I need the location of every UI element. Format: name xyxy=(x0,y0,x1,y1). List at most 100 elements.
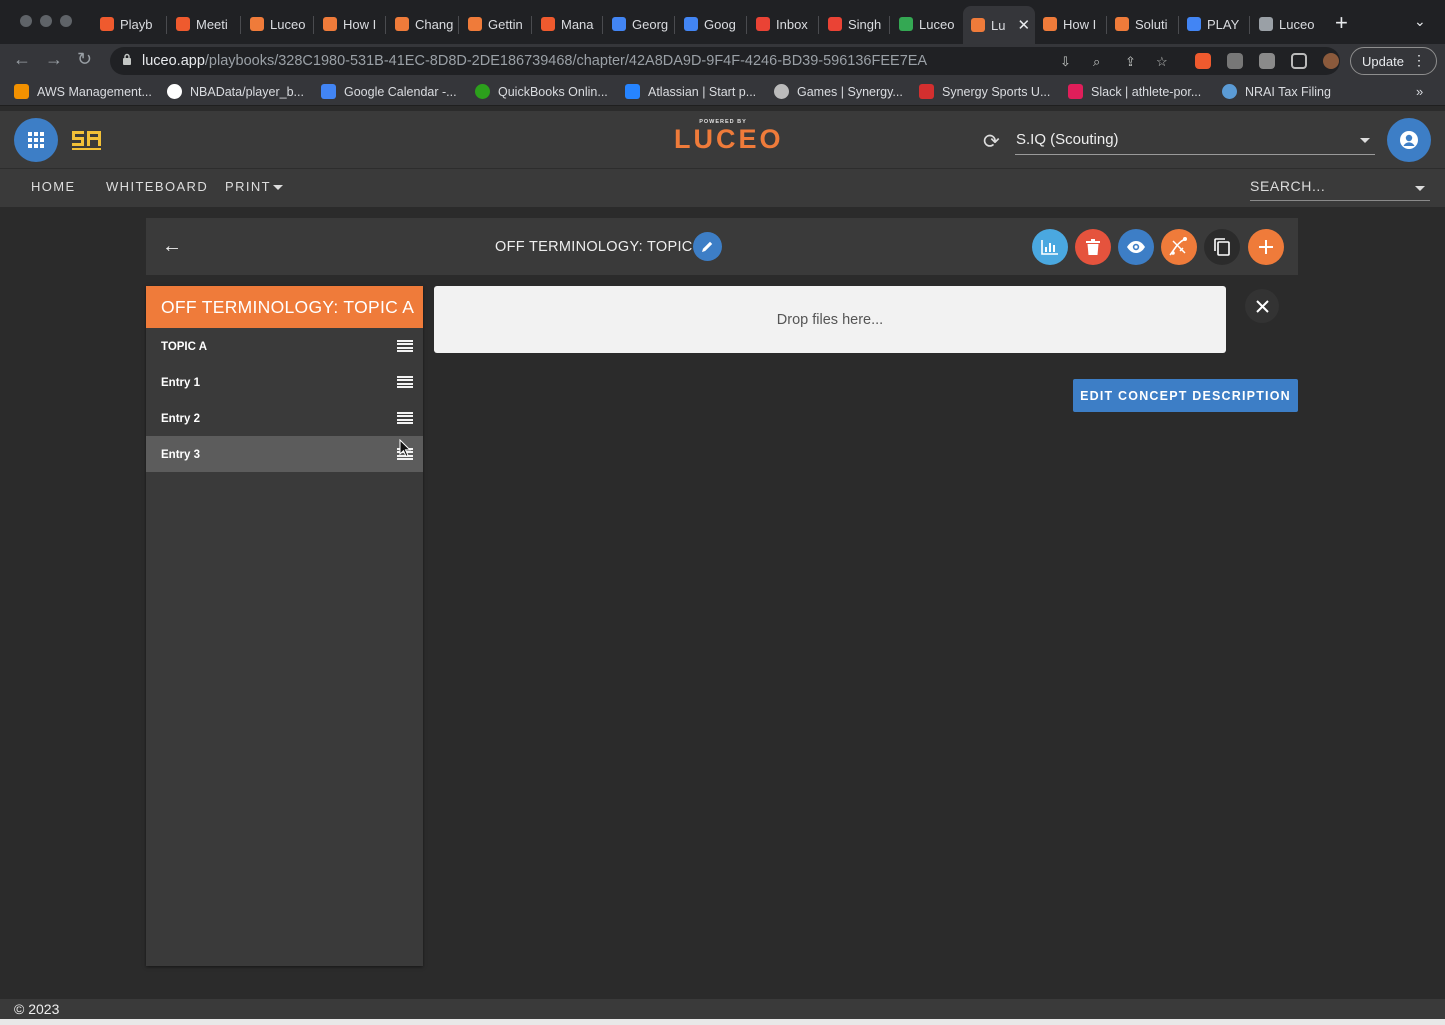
apps-grid-button[interactable] xyxy=(14,118,58,162)
tab-favicon xyxy=(971,18,985,32)
new-tab-plus-icon[interactable]: + xyxy=(1335,10,1348,36)
sync-icon[interactable]: ⟳ xyxy=(983,129,1000,154)
drag-handle-icon[interactable] xyxy=(397,340,413,352)
slack-icon xyxy=(1068,84,1083,99)
grid-icon xyxy=(28,132,44,148)
sidebar-item-topic-a[interactable]: TOPIC A xyxy=(146,328,423,364)
bookmark-item[interactable]: Atlassian | Start p... xyxy=(625,84,756,99)
bookmark-item[interactable]: AWS Management... xyxy=(14,84,152,99)
search-field[interactable] xyxy=(1250,175,1430,201)
browser-tab[interactable]: How I xyxy=(315,8,385,40)
print-caret-icon[interactable] xyxy=(273,185,283,190)
file-dropzone[interactable]: Drop files here... xyxy=(434,286,1226,353)
browser-tab[interactable]: Goog xyxy=(676,8,748,40)
page-title: OFF TERMINOLOGY: TOPIC A xyxy=(495,239,707,255)
edit-concept-description-button[interactable]: EDIT CONCEPT DESCRIPTION xyxy=(1073,379,1298,412)
extension-icon[interactable] xyxy=(1227,53,1243,69)
nav-home[interactable]: HOME xyxy=(31,179,76,194)
dropdown-caret-icon xyxy=(1360,138,1370,143)
window-zoom-dot[interactable] xyxy=(60,15,72,27)
forward-arrow-icon[interactable]: → xyxy=(45,49,63,70)
back-arrow-icon[interactable]: ← xyxy=(162,235,182,258)
bookmark-item[interactable]: NBAData/player_b... xyxy=(167,84,304,99)
profile-avatar[interactable] xyxy=(1323,53,1339,69)
window-minimize-dot[interactable] xyxy=(40,15,52,27)
zoom-icon[interactable]: ⌕ xyxy=(1093,54,1100,70)
search-caret-icon[interactable] xyxy=(1415,186,1425,191)
extension-hubspot-icon[interactable] xyxy=(1195,53,1211,69)
browser-tab-active[interactable]: Lu ✕ xyxy=(963,6,1035,44)
browser-tab[interactable]: Luceo xyxy=(242,8,314,40)
browser-tab[interactable]: Soluti xyxy=(1107,8,1179,40)
tab-favicon xyxy=(323,17,337,31)
browser-tab[interactable]: How I xyxy=(1035,8,1107,40)
diagram-play-button[interactable] xyxy=(1161,229,1197,265)
browser-tab[interactable]: Meeti xyxy=(168,8,240,40)
organization-select[interactable]: S.IQ (Scouting) xyxy=(1015,125,1375,155)
kebab-menu-icon[interactable]: ⋮ xyxy=(1412,52,1426,69)
nav-whiteboard[interactable]: WHITEBOARD xyxy=(106,179,208,194)
extensions-puzzle-icon[interactable] xyxy=(1259,53,1275,69)
stats-button[interactable] xyxy=(1032,229,1068,265)
user-account-button[interactable] xyxy=(1387,118,1431,162)
bookmark-favicon xyxy=(14,84,29,99)
bookmark-item[interactable]: Slack | athlete-por... xyxy=(1068,84,1201,99)
tab-favicon xyxy=(1043,17,1057,31)
bookmark-item[interactable]: NRAI Tax Filing xyxy=(1222,84,1331,99)
luceo-logo[interactable]: POWERED BY LUCEO xyxy=(674,119,781,159)
address-bar[interactable]: luceo.app/playbooks/328C1980-531B-41EC-8… xyxy=(110,47,1340,75)
url-text: luceo.app/playbooks/328C1980-531B-41EC-8… xyxy=(142,53,928,69)
nav-print[interactable]: PRINT xyxy=(225,179,271,194)
drag-handle-icon[interactable] xyxy=(397,376,413,388)
browser-tab[interactable]: PLAY xyxy=(1179,8,1249,40)
window-close-dot[interactable] xyxy=(20,15,32,27)
browser-tab[interactable]: Luceo xyxy=(891,8,963,40)
browser-toolbar: ← → ↻ luceo.app/playbooks/328C1980-531B-… xyxy=(0,44,1445,78)
edit-title-button[interactable] xyxy=(693,232,722,261)
browser-tab[interactable]: Chang xyxy=(387,8,459,40)
browser-tab[interactable]: Gettin xyxy=(460,8,532,40)
browser-tab[interactable]: Luceo xyxy=(1251,8,1323,40)
back-arrow-icon[interactable]: ← xyxy=(13,49,31,70)
browser-tab[interactable]: Playb xyxy=(92,8,164,40)
main-content: ← OFF TERMINOLOGY: TOPIC A OFF TERMINOLO… xyxy=(0,207,1445,999)
search-input[interactable] xyxy=(1250,178,1410,194)
pencil-icon xyxy=(702,241,713,252)
copy-button[interactable] xyxy=(1204,229,1240,265)
tab-favicon xyxy=(176,17,190,31)
browser-tab[interactable]: Singh xyxy=(820,8,890,40)
app-subnav: HOME WHITEBOARD PRINT xyxy=(0,168,1445,207)
reload-icon[interactable]: ↻ xyxy=(77,49,92,70)
browser-update-button[interactable]: Update ⋮ xyxy=(1350,47,1437,75)
browser-tabstrip: Playb Meeti Luceo How I Chang Gettin Man… xyxy=(0,0,1445,44)
browser-tab[interactable]: Mana xyxy=(533,8,603,40)
play-diagram-icon xyxy=(1169,237,1187,256)
bar-chart-icon xyxy=(1041,240,1058,255)
browser-tab[interactable]: Inbox xyxy=(748,8,818,40)
app-header: POWERED BY LUCEO ⟳ S.IQ (Scouting) xyxy=(0,111,1445,168)
install-app-icon[interactable]: ⇩ xyxy=(1060,54,1071,70)
bookmarks-bar: AWS Management... NBAData/player_b... Go… xyxy=(0,78,1445,106)
bookmark-item[interactable]: QuickBooks Onlin... xyxy=(475,84,608,99)
side-panel-icon[interactable] xyxy=(1291,53,1307,69)
add-button[interactable] xyxy=(1248,229,1284,265)
bookmark-item[interactable]: Games | Synergy... xyxy=(774,84,903,99)
delete-button[interactable] xyxy=(1075,229,1111,265)
close-button[interactable] xyxy=(1245,289,1279,323)
tab-search-chevron-icon[interactable]: ⌄ xyxy=(1414,13,1426,30)
more-bookmarks-icon[interactable]: » xyxy=(1416,84,1423,99)
tab-close-icon[interactable]: ✕ xyxy=(1017,16,1030,34)
bookmark-item[interactable]: Synergy Sports U... xyxy=(919,84,1050,99)
sports-aptitude-logo[interactable] xyxy=(70,128,104,152)
sidebar-item-entry-2[interactable]: Entry 2 xyxy=(146,400,423,436)
sidebar-item-entry-1[interactable]: Entry 1 xyxy=(146,364,423,400)
preview-button[interactable] xyxy=(1118,229,1154,265)
browser-tab[interactable]: Georg xyxy=(604,8,676,40)
share-icon[interactable]: ⇪ xyxy=(1125,54,1136,70)
tab-favicon xyxy=(100,17,114,31)
sidebar-item-entry-3[interactable]: Entry 3 xyxy=(146,436,423,472)
bookmark-item[interactable]: Google Calendar -... xyxy=(321,84,457,99)
bookmark-star-icon[interactable]: ☆ xyxy=(1156,54,1168,70)
tab-favicon xyxy=(612,17,626,31)
drag-handle-icon[interactable] xyxy=(397,412,413,424)
